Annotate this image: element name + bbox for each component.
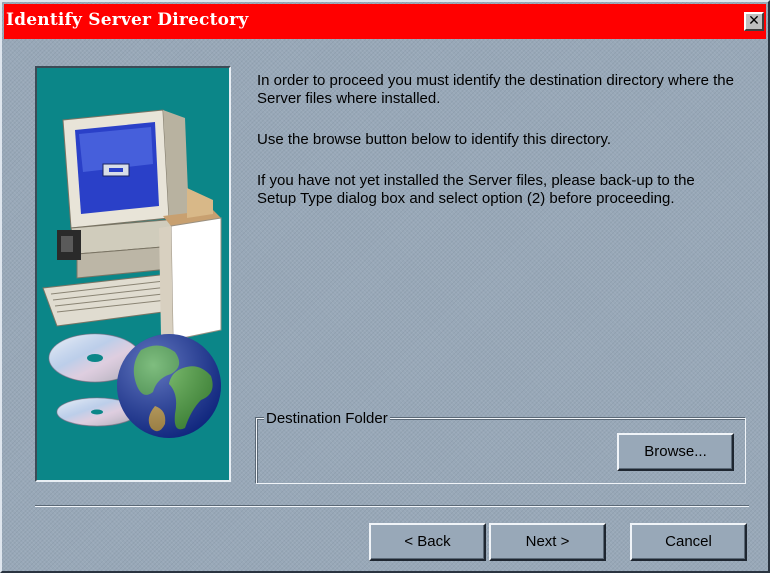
cancel-button[interactable]: Cancel [630, 523, 747, 561]
destination-folder-label: Destination Folder [264, 410, 390, 428]
close-icon[interactable]: ✕ [744, 12, 764, 31]
next-button[interactable]: Next > [489, 523, 606, 561]
button-separator [35, 505, 749, 507]
setup-illustration [35, 66, 231, 482]
not-installed-text: If you have not yet installed the Server… [257, 172, 695, 207]
computer-illustration-icon [42, 109, 222, 341]
back-button[interactable]: < Back [369, 523, 486, 561]
title-bar[interactable]: Identify Server Directory ✕ [4, 4, 766, 39]
intro-text: In order to proceed you must identify th… [257, 72, 734, 107]
globe-icon [117, 334, 221, 438]
window-title: Identify Server Directory [6, 10, 249, 30]
browse-instruction-text: Use the browse button below to identify … [257, 131, 612, 148]
browse-button[interactable]: Browse... [617, 433, 734, 471]
